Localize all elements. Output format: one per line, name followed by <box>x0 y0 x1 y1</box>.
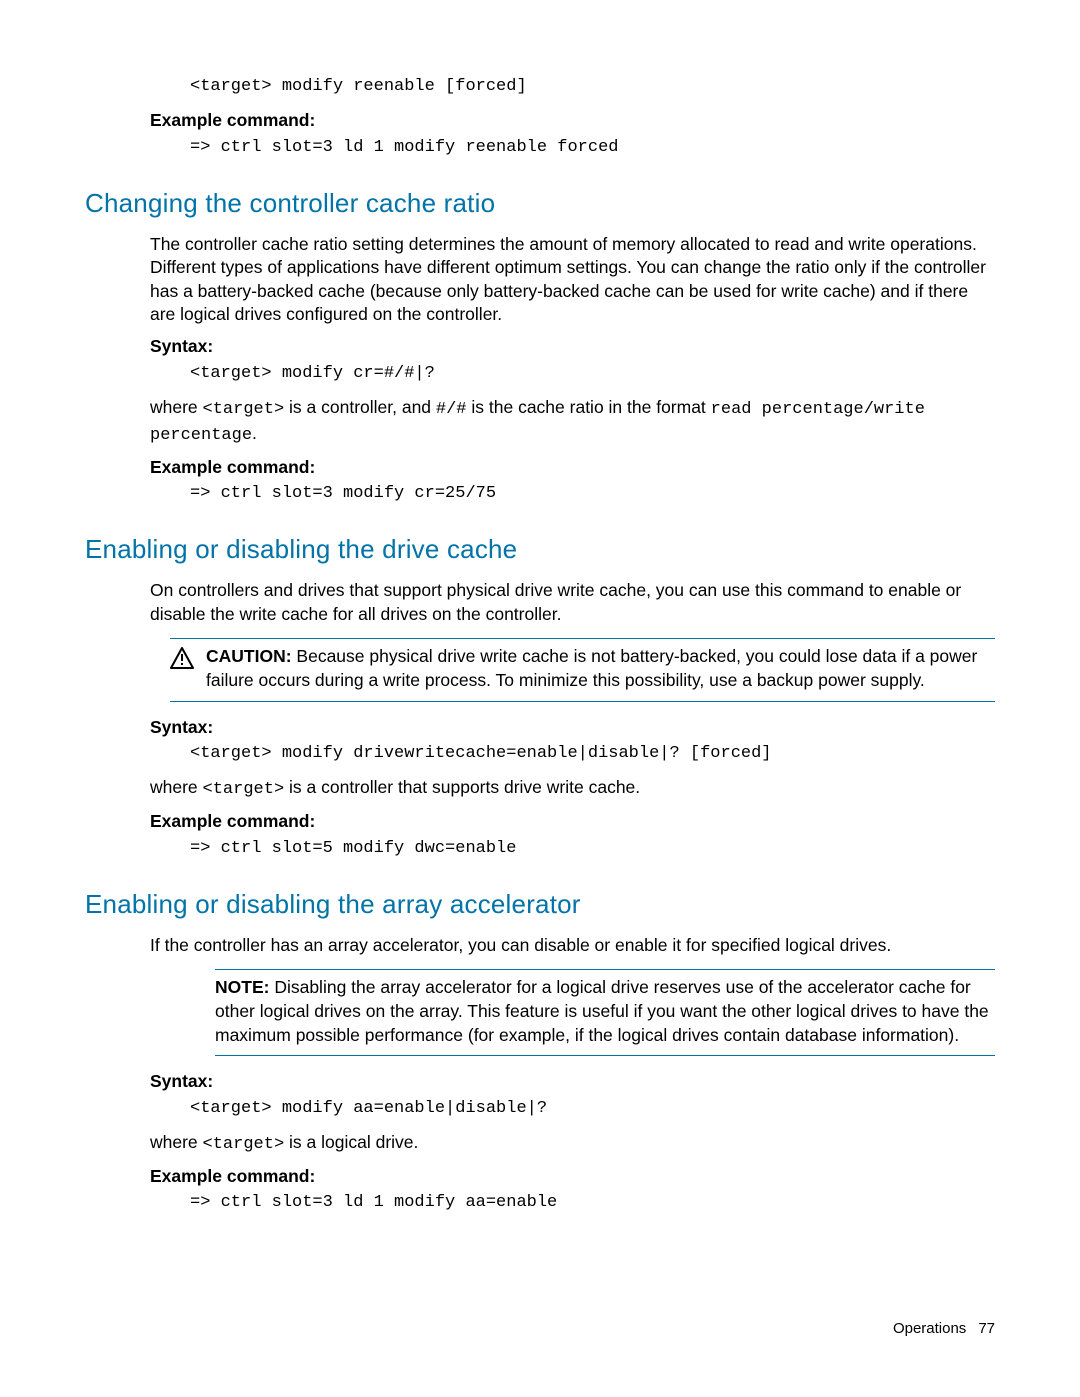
paragraph: where <target> is a controller that supp… <box>150 776 995 802</box>
text: is a logical drive. <box>284 1132 418 1152</box>
caution-text: CAUTION: Because physical drive write ca… <box>206 645 995 692</box>
paragraph: where <target> is a controller, and #/# … <box>150 396 995 448</box>
text: . <box>252 423 257 443</box>
note-label: NOTE: <box>215 977 269 997</box>
text: is the cache ratio in the format <box>467 397 711 417</box>
inline-code: #/# <box>436 400 467 419</box>
code-block: => ctrl slot=5 modify dwc=enable <box>190 838 995 861</box>
text: where <box>150 1132 203 1152</box>
syntax-label: Syntax: <box>150 1070 995 1094</box>
footer-section: Operations <box>893 1320 966 1337</box>
note-callout: NOTE: Disabling the array accelerator fo… <box>215 969 995 1056</box>
code-block: <target> modify aa=enable|disable|? <box>190 1098 995 1121</box>
code-block: <target> modify cr=#/#|? <box>190 363 995 386</box>
document-page: <target> modify reenable [forced] Exampl… <box>85 72 995 1225</box>
section-heading-cache-ratio: Changing the controller cache ratio <box>85 186 995 221</box>
caution-label: CAUTION: <box>206 646 292 666</box>
callout-rule <box>170 701 995 702</box>
example-command-label: Example command: <box>150 810 995 834</box>
paragraph: If the controller has an array accelerat… <box>150 934 995 958</box>
example-command-label: Example command: <box>150 456 995 480</box>
syntax-label: Syntax: <box>150 335 995 359</box>
text: is a controller that supports drive writ… <box>284 777 640 797</box>
code-block: => ctrl slot=3 ld 1 modify aa=enable <box>190 1192 995 1215</box>
caution-icon <box>170 645 206 669</box>
inline-code: <target> <box>203 780 285 799</box>
code-block: <target> modify drivewritecache=enable|d… <box>190 743 995 766</box>
section-heading-drive-cache: Enabling or disabling the drive cache <box>85 532 995 567</box>
text: where <box>150 397 203 417</box>
callout-rule <box>215 1055 995 1056</box>
text: Disabling the array accelerator for a lo… <box>215 977 989 1044</box>
inline-code: <target> <box>203 400 285 419</box>
example-command-label: Example command: <box>150 109 995 133</box>
code-block: <target> modify reenable [forced] <box>190 76 995 99</box>
syntax-label: Syntax: <box>150 716 995 740</box>
text: Because physical drive write cache is no… <box>206 646 977 690</box>
code-block: => ctrl slot=3 modify cr=25/75 <box>190 483 995 506</box>
caution-callout: CAUTION: Because physical drive write ca… <box>170 638 995 701</box>
paragraph: where <target> is a logical drive. <box>150 1131 995 1157</box>
page-footer: Operations 77 <box>893 1319 995 1339</box>
inline-code: <target> <box>203 1135 285 1154</box>
paragraph: On controllers and drives that support p… <box>150 579 995 626</box>
code-block: => ctrl slot=3 ld 1 modify reenable forc… <box>190 137 995 160</box>
example-command-label: Example command: <box>150 1165 995 1189</box>
text: where <box>150 777 203 797</box>
section-heading-array-accelerator: Enabling or disabling the array accelera… <box>85 887 995 922</box>
text: is a controller, and <box>284 397 436 417</box>
page-number: 77 <box>978 1320 995 1337</box>
paragraph: The controller cache ratio setting deter… <box>150 233 995 328</box>
